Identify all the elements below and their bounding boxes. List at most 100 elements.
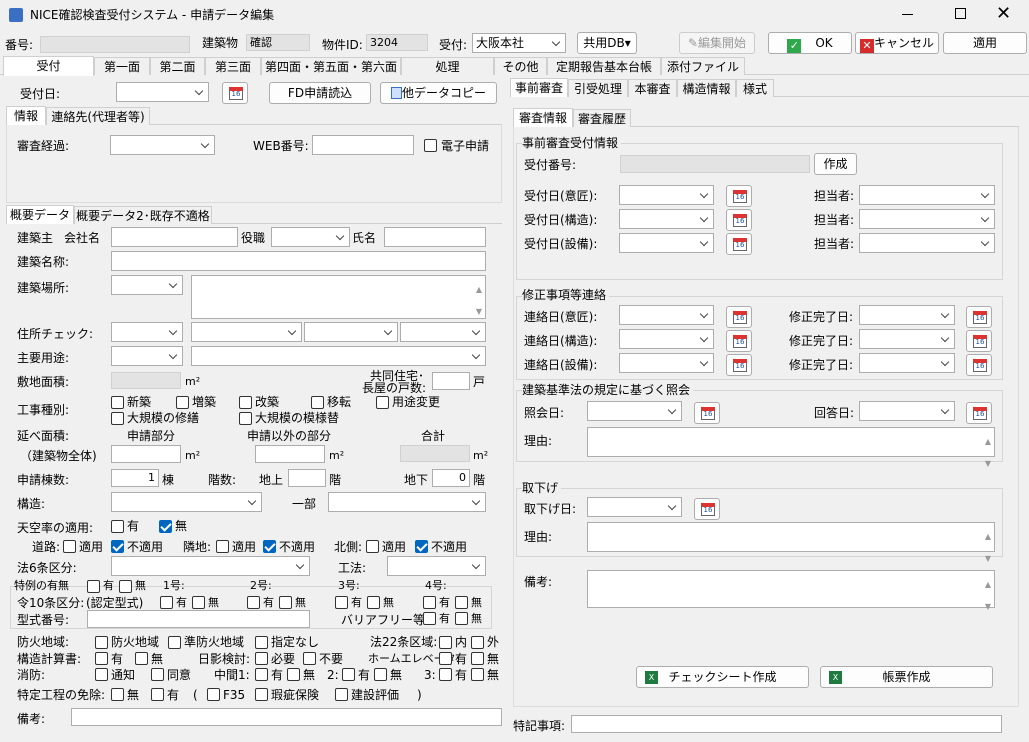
go4-nashi-checkbox[interactable] [455,596,468,609]
tokutei-nashi-checkbox[interactable] [111,688,124,701]
uketsuke-select[interactable]: 大阪本社 [472,33,566,53]
tab-youshiki[interactable]: 様式 [736,79,774,97]
tokurei-ari-checkbox[interactable] [87,580,100,593]
katashiki-input[interactable] [87,610,310,628]
rinchi-futekiyou-checkbox[interactable] [263,540,276,553]
denshi-checkbox[interactable] [424,139,437,152]
shinchiku-checkbox[interactable] [111,396,124,409]
tab-info[interactable]: 情報 [6,106,46,125]
hikage-fuyou-checkbox[interactable] [303,652,316,665]
web-number-input[interactable] [312,135,414,155]
go2-nashi-checkbox[interactable] [279,596,292,609]
go3-nashi-checkbox[interactable] [367,596,380,609]
shoukai-riyu-textarea[interactable] [587,427,995,475]
shusei-ishou-calendar[interactable]: 16 [726,306,752,328]
douro-tekiyou-checkbox[interactable] [63,540,76,553]
jun-bouka-checkbox[interactable] [168,636,181,649]
kaisha-input[interactable] [111,227,238,247]
tab-teiki[interactable]: 定期報告基本台帳 [547,57,661,75]
tokutei-ari-checkbox[interactable] [151,688,164,701]
tab-tenpu[interactable]: 添付ファイル [661,57,745,75]
barrier-ari-checkbox[interactable] [423,612,436,625]
basho-textarea[interactable] [191,275,486,323]
tab-shinsa-rireki[interactable]: 審査履歴 [573,109,631,127]
shimei-input[interactable] [384,227,486,247]
kenhyou-checkbox[interactable] [335,688,348,701]
uketsuke-calendar-button[interactable]: 16 [222,82,248,104]
go3-ari-checkbox[interactable] [335,596,348,609]
yakushoku-select[interactable] [271,227,350,247]
chika-input[interactable]: 0 [432,469,470,487]
go1-nashi-checkbox[interactable] [192,596,205,609]
kaichiku-checkbox[interactable] [239,396,252,409]
sakusei-button[interactable]: 作成 [814,153,857,175]
jizen-setsubi-calendar[interactable]: 16 [726,233,752,255]
kitagawa-futekiyou-checkbox[interactable] [415,540,428,553]
tab-uketsuke[interactable]: 受付 [3,56,94,76]
left-bikou-input[interactable] [71,708,502,726]
minimize-icon[interactable] [902,14,913,15]
check-sheet-button[interactable]: X チェックシート作成 [636,666,809,688]
home-ari-checkbox[interactable] [439,652,452,665]
torisage-calendar[interactable]: 16 [694,498,720,520]
kouzou-select[interactable] [111,492,262,512]
igai-menseki-input[interactable] [255,445,325,463]
ichibu-select[interactable] [328,492,486,512]
go4-ari-checkbox[interactable] [423,596,436,609]
kouhou-select[interactable] [387,556,486,576]
tab-gaiyou[interactable]: 概要データ [6,205,74,224]
tab-renrakusaki[interactable]: 連絡先(代理者等) [46,107,150,125]
tenku-nashi-checkbox[interactable] [159,520,172,533]
barrier-nashi-checkbox[interactable] [455,612,468,625]
tokki-input[interactable] [571,715,1002,733]
chukan1-ari-checkbox[interactable] [255,668,268,681]
keika-select[interactable] [110,135,215,155]
rinchi-tekiyou-checkbox[interactable] [216,540,229,553]
shitei-nashi-checkbox[interactable] [255,636,268,649]
kanryo-date-2[interactable] [859,329,955,349]
home-nashi-checkbox[interactable] [471,652,484,665]
youto-select-2[interactable] [191,346,486,366]
jusho-select-2[interactable] [191,322,302,342]
other-data-copy-button[interactable]: 他データコピー [380,82,497,104]
shusei-kouzou-date[interactable] [619,329,714,349]
dai-shuzen-checkbox[interactable] [111,412,124,425]
shinsei-menseki-input[interactable] [111,445,181,463]
kaitou-calendar[interactable]: 16 [966,402,992,424]
douro-futekiyou-checkbox[interactable] [111,540,124,553]
shusei-ishou-date[interactable] [619,305,714,325]
basho-select[interactable] [111,275,183,295]
keisan-ari-checkbox[interactable] [95,652,108,665]
kanryo-date-3[interactable] [859,353,955,373]
jizen-ishou-calendar[interactable]: 16 [726,185,752,207]
tab-gaiyou2[interactable]: 概要データ2･既存不適格 [74,206,212,224]
shoubou-tsuchi-checkbox[interactable] [95,668,108,681]
shoukai-calendar[interactable]: 16 [694,402,720,424]
kyoyo-db-button[interactable]: 共用DB▾ [577,32,637,54]
kanryo-calendar-3[interactable]: 16 [966,354,992,376]
kashi-checkbox[interactable] [255,688,268,701]
chukan1-nashi-checkbox[interactable] [287,668,300,681]
hou6-select[interactable] [111,556,310,576]
youto-select-1[interactable] [111,346,183,366]
torisage-date[interactable] [587,497,682,517]
jizen-kouzou-calendar[interactable]: 16 [726,209,752,231]
youto-henkou-checkbox[interactable] [376,396,389,409]
shusei-setsubi-calendar[interactable]: 16 [726,354,752,376]
right-bikou-textarea[interactable] [587,570,995,618]
tab-shinsa-joho[interactable]: 審査情報 [513,108,573,127]
apply-button[interactable]: 適用 [943,32,1027,54]
jizen-kouzou-date[interactable] [619,209,714,229]
hou22-soto-checkbox[interactable] [471,636,484,649]
zouchiku-checkbox[interactable] [176,396,189,409]
bouka-checkbox[interactable] [95,636,108,649]
go2-ari-checkbox[interactable] [247,596,260,609]
tenku-ari-checkbox[interactable] [111,520,124,533]
kanryo-date-1[interactable] [859,305,955,325]
f35-checkbox[interactable] [207,688,220,701]
tab-daiyonmen[interactable]: 第四面・第五面・第六面 [261,57,401,75]
shoukai-date[interactable] [587,401,682,421]
cancel-button[interactable]: ✕ キャンセル [855,32,939,54]
kanryo-calendar-2[interactable]: 16 [966,330,992,352]
jizen-tantou-select-2[interactable] [859,209,995,229]
